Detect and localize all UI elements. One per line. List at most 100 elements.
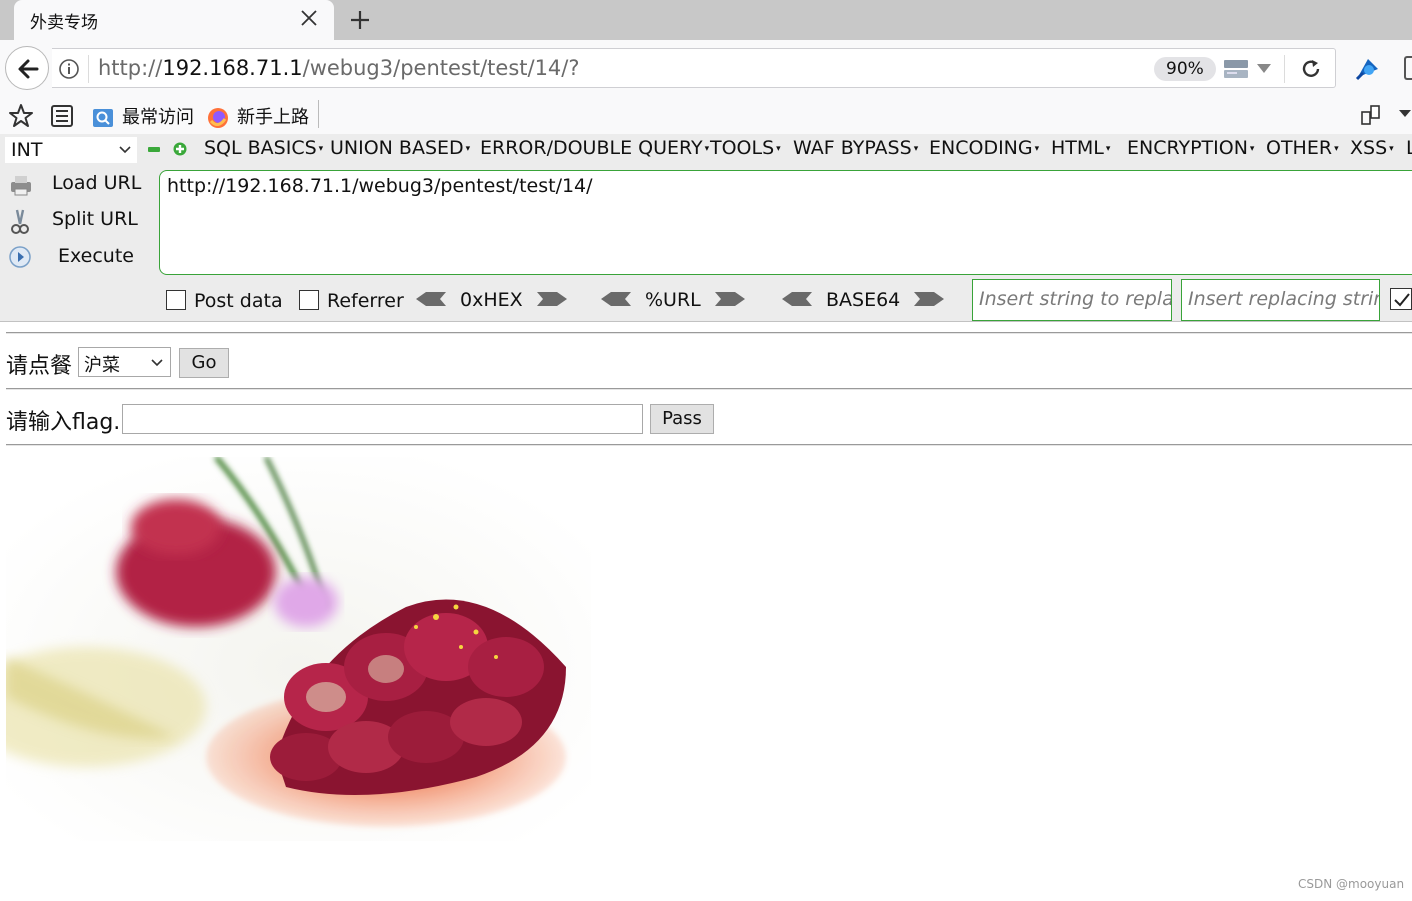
menu-label: SQL BASICS bbox=[204, 137, 317, 159]
encode-right-arrow-icon[interactable] bbox=[912, 288, 946, 310]
menu-error-double-query[interactable]: ERROR/DOUBLE QUERY ▾ bbox=[480, 137, 709, 159]
menu-union-based[interactable]: UNION BASED ▾ bbox=[330, 137, 470, 159]
decode-left-arrow-icon[interactable] bbox=[414, 288, 448, 310]
play-icon bbox=[9, 246, 31, 268]
printer-icon bbox=[11, 176, 31, 196]
caret-down-icon: ▾ bbox=[776, 143, 781, 154]
encode-right-arrow-icon[interactable] bbox=[535, 288, 569, 310]
navigation-bar: http://192.168.71.1/webug3/pentest/test/… bbox=[0, 40, 1412, 96]
hard-drive-icon[interactable] bbox=[1222, 57, 1250, 81]
overflow-extension-icon[interactable] bbox=[1404, 56, 1412, 80]
menu-label: ENCRYPTION bbox=[1127, 137, 1248, 159]
chevron-down-icon bbox=[151, 359, 163, 367]
caret-down-icon: ▾ bbox=[913, 143, 919, 154]
menu-html[interactable]: HTML ▾ bbox=[1051, 137, 1110, 159]
hex-encoder: 0xHEX bbox=[414, 288, 569, 314]
caret-down-icon: ▾ bbox=[1389, 143, 1394, 154]
url-textarea[interactable]: http://192.168.71.1/webug3/pentest/test/… bbox=[159, 170, 1412, 275]
referrer-checkbox[interactable]: Referrer bbox=[299, 290, 404, 314]
menu-label: XSS bbox=[1350, 137, 1388, 159]
horizontal-rule bbox=[6, 332, 1412, 334]
toolbar-divider bbox=[318, 100, 319, 128]
referrer-label: Referrer bbox=[327, 290, 404, 312]
decode-left-arrow-icon[interactable] bbox=[780, 288, 814, 310]
url-separator bbox=[88, 55, 89, 83]
chevron-down-icon[interactable] bbox=[1398, 109, 1412, 119]
menu-encoding[interactable]: ENCODING ▾ bbox=[929, 137, 1039, 159]
scissors-icon bbox=[11, 209, 29, 234]
go-button[interactable]: Go bbox=[179, 348, 229, 378]
bookmark-label: 最常访问 bbox=[122, 107, 194, 128]
menu-sql-basics[interactable]: SQL BASICS ▾ bbox=[204, 137, 323, 159]
library-icon[interactable] bbox=[50, 104, 74, 128]
flag-input[interactable] bbox=[122, 404, 643, 434]
replacing-string-input[interactable]: Insert replacing string bbox=[1181, 279, 1380, 321]
food-photo bbox=[6, 457, 591, 841]
menu-label: WAF BYPASS bbox=[793, 137, 912, 159]
horizontal-rule bbox=[6, 388, 1412, 390]
caret-down-icon: ▾ bbox=[465, 143, 471, 154]
star-icon[interactable] bbox=[8, 103, 34, 129]
menu-label: L bbox=[1406, 137, 1412, 159]
close-icon[interactable] bbox=[298, 7, 320, 29]
check-icon bbox=[1394, 293, 1410, 307]
hackbar-panel: INT SQL BASICS ▾ UNION BASED ▾ ERROR/DOUBL… bbox=[0, 134, 1412, 322]
url-text[interactable]: http://192.168.71.1/webug3/pentest/test/… bbox=[98, 56, 580, 80]
menu-other[interactable]: OTHER ▾ bbox=[1266, 137, 1339, 159]
url-scheme: http:// bbox=[98, 56, 163, 80]
watermark: CSDN @mooyuan bbox=[1298, 877, 1405, 891]
url-enc-label: %URL bbox=[645, 289, 701, 311]
minus-icon[interactable] bbox=[148, 147, 160, 152]
chevron-down-icon[interactable] bbox=[1256, 63, 1272, 75]
zoom-badge[interactable]: 90% bbox=[1154, 57, 1216, 81]
hackbar-menu: INT SQL BASICS ▾ UNION BASED ▾ ERROR/DOUBL… bbox=[0, 134, 1412, 166]
checkbox-box bbox=[299, 290, 319, 310]
menu-overflow[interactable]: L bbox=[1406, 137, 1412, 159]
bookmarks-bar: 最常访问 新手上路 bbox=[0, 96, 1412, 134]
base64-encoder: BASE64 bbox=[780, 288, 946, 314]
food-image bbox=[6, 457, 591, 841]
bookmark-getting-started[interactable]: 新手上路 bbox=[207, 103, 309, 129]
url-host: 192.168.71.1 bbox=[162, 56, 303, 80]
tab-title: 外卖专场 bbox=[30, 13, 98, 33]
post-data-checkbox[interactable]: Post data bbox=[166, 290, 283, 314]
flag-label: 请输入flag. bbox=[6, 410, 121, 435]
back-button[interactable] bbox=[5, 46, 49, 90]
caret-down-icon: ▾ bbox=[1105, 143, 1111, 154]
decode-left-arrow-icon[interactable] bbox=[599, 288, 633, 310]
menu-encryption[interactable]: ENCRYPTION ▾ bbox=[1127, 137, 1254, 159]
menu-label: OTHER bbox=[1266, 137, 1333, 159]
order-label: 请点餐 bbox=[6, 354, 73, 379]
menu-xss[interactable]: XSS ▾ bbox=[1350, 137, 1394, 159]
sidebar-toggle-icon[interactable] bbox=[1360, 104, 1384, 126]
url-bar[interactable]: http://192.168.71.1/webug3/pentest/test/… bbox=[52, 48, 1336, 88]
url-encoder: %URL bbox=[599, 288, 747, 314]
bookmark-label: 新手上路 bbox=[237, 107, 309, 128]
int-select[interactable]: INT bbox=[5, 137, 137, 163]
horizontal-rule bbox=[6, 444, 1412, 446]
dish-select-value: 沪菜 bbox=[84, 355, 120, 376]
browser-tab[interactable]: 外卖专场 bbox=[14, 0, 334, 40]
encode-right-arrow-icon[interactable] bbox=[713, 288, 747, 310]
load-url-label: Load URL bbox=[52, 172, 142, 194]
bookmark-most-visited[interactable]: 最常访问 bbox=[92, 103, 194, 129]
menu-label: HTML bbox=[1051, 137, 1104, 159]
replace-string-input[interactable]: Insert string to replace bbox=[972, 279, 1172, 321]
dish-select[interactable]: 沪菜 bbox=[78, 347, 171, 377]
replace-checkbox[interactable] bbox=[1390, 288, 1412, 310]
new-tab-icon[interactable] bbox=[346, 6, 374, 34]
plus-icon[interactable] bbox=[173, 142, 187, 156]
menu-tools[interactable]: TOOLS ▾ bbox=[710, 137, 781, 159]
caret-down-icon: ▾ bbox=[1249, 143, 1255, 154]
menu-waf-bypass[interactable]: WAF BYPASS ▾ bbox=[793, 137, 918, 159]
chevron-down-icon bbox=[119, 146, 131, 154]
reload-icon[interactable] bbox=[1300, 58, 1322, 80]
menu-label: ERROR/DOUBLE QUERY bbox=[480, 137, 703, 159]
pass-button[interactable]: Pass bbox=[650, 404, 714, 434]
tab-strip: 外卖专场 bbox=[0, 0, 1412, 40]
caret-down-icon: ▾ bbox=[318, 143, 324, 154]
back-arrow-icon bbox=[18, 59, 39, 79]
info-icon[interactable] bbox=[58, 58, 80, 80]
extension-icon[interactable] bbox=[1354, 55, 1382, 83]
checkbox-box bbox=[166, 290, 186, 310]
